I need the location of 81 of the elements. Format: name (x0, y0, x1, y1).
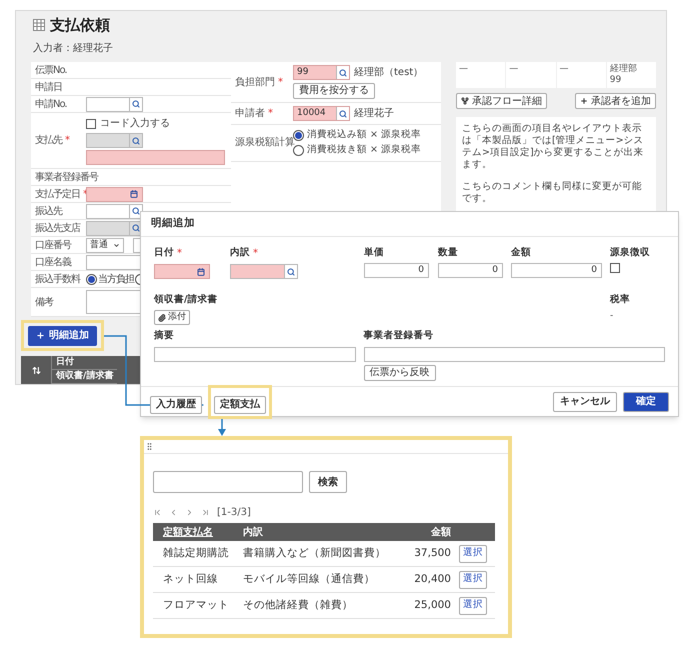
field-label: 振込先支店 (35, 222, 80, 236)
field-label: 負担部門 (235, 76, 275, 90)
field-label: 税率 (610, 293, 630, 307)
field-label: 内訳 (230, 246, 250, 260)
table-cell-text: フロアマット (162, 598, 230, 613)
approval-cell: — (456, 62, 506, 88)
field-label: 口座番号 (35, 238, 71, 252)
required-mark: * (177, 247, 182, 261)
footer-button[interactable]: キャンセル (553, 392, 617, 412)
column-header: 金額 (430, 526, 451, 540)
page-title: 支払依頼 (50, 14, 110, 36)
search-field[interactable]: 10004 (293, 106, 350, 121)
field-label: 日付 (154, 246, 174, 260)
field-label: 支払先 (35, 134, 62, 148)
required-mark: * (278, 76, 283, 90)
footer-button[interactable]: 確定 (623, 392, 669, 412)
lookup-name: 経理花子 (354, 106, 394, 121)
field-label: 備考 (35, 296, 53, 310)
field-label: 申請日 (35, 80, 62, 94)
add-line-button[interactable]: 明細追加 (28, 326, 97, 346)
number-field[interactable]: 0 (511, 263, 602, 278)
dialog-title: 明細追加 (151, 216, 195, 232)
required-mark: * (65, 134, 70, 148)
entered-by: 入力者：経理花子 (33, 42, 114, 56)
tax-rate-value: - (610, 310, 614, 324)
field-label: 口座名義 (35, 256, 71, 270)
field-label: 単価 (364, 246, 384, 260)
number-field[interactable]: 0 (364, 263, 429, 278)
field-label: 源泉税額計算 (235, 136, 295, 150)
table-cell-text: 雑誌定期購読 (162, 546, 230, 561)
column-header: 領収書/請求書 (52, 370, 118, 384)
field-label: 支払予定日 (35, 188, 80, 202)
field-label: 源泉徴収 (610, 246, 650, 260)
comment-text: こちらのコメント欄も同様に変更が可能です。 (462, 181, 643, 205)
radio-label: 当方負担 (98, 272, 134, 286)
field-label: 伝票No. (35, 64, 67, 78)
radio-label: 消費税抜き額 × 源泉税率 (307, 143, 421, 158)
field-label: 数量 (438, 246, 458, 260)
select-button[interactable]: 選択 (459, 570, 487, 588)
table-cell-text: 37,500 (413, 546, 451, 561)
column-header: 内訳 (242, 526, 264, 540)
table-cell-text: 25,000 (413, 598, 451, 613)
search-button[interactable]: 検索 (309, 471, 347, 493)
field-label: 金額 (511, 246, 531, 260)
table-cell-text: 書籍購入など（新聞図書費） (242, 546, 387, 561)
allocate-button[interactable]: 費用を按分する (293, 83, 375, 99)
footer-button[interactable]: 定額支払 (214, 396, 266, 414)
number-field[interactable]: 0 (438, 263, 503, 278)
field-label: 申請No. (35, 98, 67, 112)
field-label: 摘要 (154, 329, 175, 344)
field-label: 事業者登録番号 (364, 329, 435, 344)
field-label: 申請者 (235, 106, 265, 121)
field-label: 振込手数料 (35, 272, 80, 286)
field-label: 事業者登録番号 (35, 170, 98, 184)
table-cell-text: その他諸経費（雑費） (242, 598, 354, 613)
select-button[interactable]: 選択 (459, 596, 487, 614)
add-approver-button[interactable]: 承認者を追加 (575, 93, 656, 109)
required-mark: * (253, 247, 258, 261)
table-cell-text: 20,400 (413, 572, 451, 587)
select-button[interactable]: 選択 (459, 544, 487, 562)
column-header: 定額支払名 (162, 525, 214, 540)
column-header: 日付 (52, 356, 118, 370)
required-mark: * (268, 107, 273, 121)
approval-cell: 経理部 99 (606, 62, 656, 88)
table-cell-text: ネット回線 (162, 572, 219, 587)
approval-cell: — (506, 62, 556, 88)
field-label: 領収書/請求書 (154, 293, 218, 307)
approval-cell: — (556, 62, 606, 88)
table-cell-text: モバイル等回線（通信費） (242, 572, 376, 587)
field-label: 振込先 (35, 204, 62, 218)
search-field[interactable]: 99 (293, 65, 350, 80)
attach-button[interactable]: 添付 (154, 310, 190, 326)
select-field[interactable]: 普通 (86, 238, 124, 252)
checkbox-label: コード入力する (100, 116, 170, 131)
page-range: [1-3/3] (217, 506, 251, 520)
copy-from-slip-button[interactable]: 伝票から反映 (364, 364, 436, 380)
approval-flow-button[interactable]: 承認フロー詳細 (456, 93, 547, 109)
radio-label: 消費税込み額 × 源泉税率 (307, 128, 421, 142)
lookup-name: 経理部（test） (354, 66, 424, 80)
footer-button[interactable]: 入力履歴 (150, 396, 202, 414)
comment-text: こちらの画面の項目名やレイアウト表示は「本製品版」では[管理メニュー>システム>項目設定]から変更することが出来ます。 (462, 123, 645, 171)
